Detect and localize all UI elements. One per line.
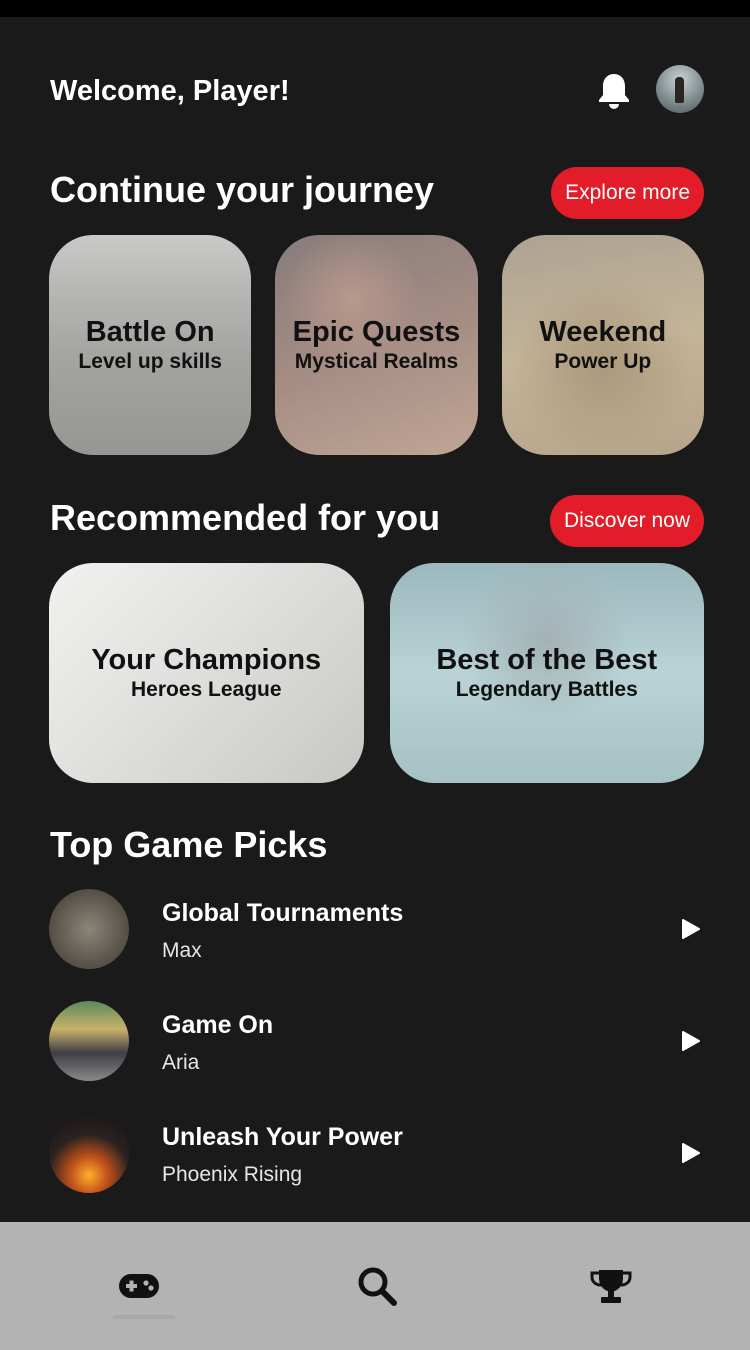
bell-icon[interactable] xyxy=(596,71,632,111)
app-screen: Welcome, Player! Continue your journey E… xyxy=(0,17,750,1350)
card-best-of-the-best[interactable]: Best of the Best Legendary Battles xyxy=(389,563,704,783)
list-item[interactable]: Unleash Your Power Phoenix Rising xyxy=(49,1113,704,1225)
card-subtitle: Mystical Realms xyxy=(294,350,459,373)
item-subtitle: Max xyxy=(162,939,202,962)
card-title: Your Champions xyxy=(91,644,322,676)
item-title: Global Tournaments xyxy=(162,899,404,927)
nav-games[interactable] xyxy=(14,1222,264,1350)
list-item[interactable]: Game On Aria xyxy=(49,1001,704,1113)
gamepad-icon xyxy=(119,1274,159,1298)
play-icon[interactable] xyxy=(679,1142,701,1164)
play-icon[interactable] xyxy=(679,1030,701,1052)
discover-now-button[interactable]: Discover now xyxy=(549,495,704,547)
avatar-figure xyxy=(675,77,684,103)
recommended-cards: Your Champions Heroes League Best of the… xyxy=(49,563,704,783)
search-icon xyxy=(358,1267,397,1306)
card-title: Best of the Best xyxy=(436,644,658,676)
top-picks-section-title: Top Game Picks xyxy=(50,824,328,865)
active-tab-indicator xyxy=(113,1315,175,1319)
card-your-champions[interactable]: Your Champions Heroes League xyxy=(49,563,364,783)
play-icon[interactable] xyxy=(679,918,701,940)
card-weekend[interactable]: Weekend Power Up xyxy=(501,235,704,455)
card-subtitle: Level up skills xyxy=(78,350,222,373)
card-battle-on[interactable]: Battle On Level up skills xyxy=(49,235,252,455)
avatar[interactable] xyxy=(656,65,704,113)
recommended-section-title: Recommended for you xyxy=(50,497,441,538)
card-title: Epic Quests xyxy=(292,316,461,348)
item-subtitle: Aria xyxy=(162,1051,200,1074)
nav-leaderboard[interactable] xyxy=(486,1222,736,1350)
game-thumbnail xyxy=(49,1001,129,1081)
card-subtitle: Power Up xyxy=(554,350,652,373)
list-item[interactable]: Global Tournaments Max xyxy=(49,889,704,1001)
header: Welcome, Player! xyxy=(50,65,704,119)
game-thumbnail xyxy=(49,1113,129,1193)
bottom-nav xyxy=(0,1222,750,1350)
continue-cards: Battle On Level up skills Epic Quests My… xyxy=(49,235,704,455)
card-epic-quests[interactable]: Epic Quests Mystical Realms xyxy=(275,235,478,455)
item-title: Game On xyxy=(162,1011,274,1039)
item-title: Unleash Your Power xyxy=(162,1123,403,1151)
card-title: Weekend xyxy=(539,316,667,348)
top-picks-list: Global Tournaments Max Game On Aria Unle… xyxy=(49,889,704,1225)
status-bar xyxy=(0,0,750,17)
game-thumbnail xyxy=(49,889,129,969)
nav-search[interactable] xyxy=(252,1222,502,1350)
item-subtitle: Phoenix Rising xyxy=(162,1163,303,1186)
trophy-icon xyxy=(590,1270,632,1303)
explore-more-button[interactable]: Explore more xyxy=(551,167,704,219)
welcome-text: Welcome, Player! xyxy=(50,75,290,107)
card-subtitle: Heroes League xyxy=(130,678,282,701)
card-subtitle: Legendary Battles xyxy=(455,678,638,701)
card-title: Battle On xyxy=(85,316,215,348)
continue-section-title: Continue your journey xyxy=(50,169,435,210)
